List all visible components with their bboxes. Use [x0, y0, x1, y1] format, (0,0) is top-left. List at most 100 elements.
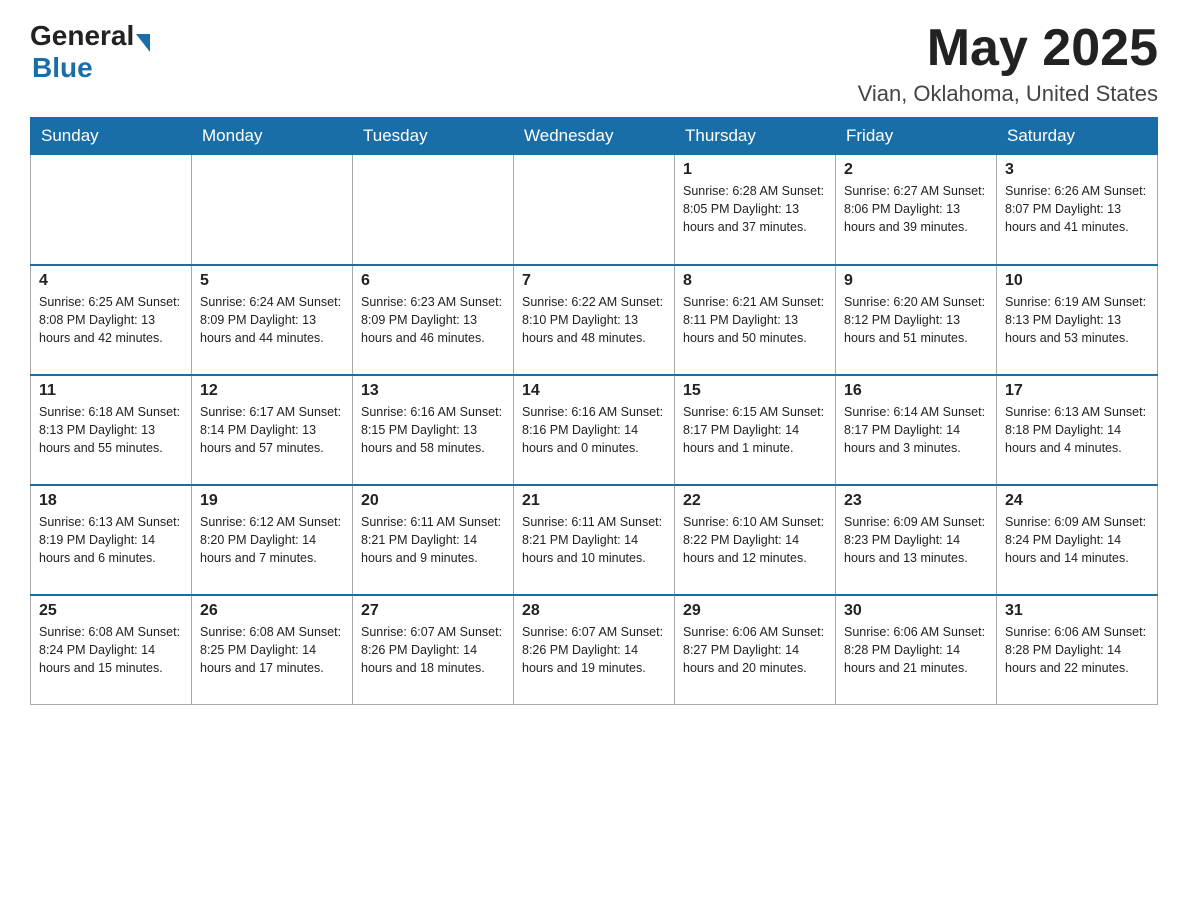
title-section: May 2025 Vian, Oklahoma, United States [858, 20, 1158, 107]
day-info: Sunrise: 6:06 AM Sunset: 8:28 PM Dayligh… [1005, 623, 1149, 677]
weekday-header-monday: Monday [192, 118, 353, 155]
day-number: 23 [844, 492, 988, 510]
day-info: Sunrise: 6:25 AM Sunset: 8:08 PM Dayligh… [39, 293, 183, 347]
day-number: 4 [39, 272, 183, 290]
calendar-cell: 9 Sunrise: 6:20 AM Sunset: 8:12 PM Daylig… [836, 265, 997, 375]
day-number: 7 [522, 272, 666, 290]
day-info: Sunrise: 6:24 AM Sunset: 8:09 PM Dayligh… [200, 293, 344, 347]
day-info: Sunrise: 6:16 AM Sunset: 8:15 PM Dayligh… [361, 403, 505, 457]
weekday-header-wednesday: Wednesday [514, 118, 675, 155]
day-info: Sunrise: 6:07 AM Sunset: 8:26 PM Dayligh… [361, 623, 505, 677]
calendar-cell: 4 Sunrise: 6:25 AM Sunset: 8:08 PM Daylig… [31, 265, 192, 375]
calendar-cell: 13 Sunrise: 6:16 AM Sunset: 8:15 PM Dayli… [353, 375, 514, 485]
calendar-cell: 23 Sunrise: 6:09 AM Sunset: 8:23 PM Dayli… [836, 485, 997, 595]
day-number: 15 [683, 382, 827, 400]
day-number: 14 [522, 382, 666, 400]
calendar-cell: 6 Sunrise: 6:23 AM Sunset: 8:09 PM Daylig… [353, 265, 514, 375]
day-number: 9 [844, 272, 988, 290]
calendar-cell: 3Sunrise: 6:26 AM Sunset: 8:07 PM Daylig… [997, 155, 1158, 265]
calendar-cell: 20Sunrise: 6:11 AM Sunset: 8:21 PM Dayli… [353, 485, 514, 595]
day-number: 26 [200, 602, 344, 620]
day-info: Sunrise: 6:20 AM Sunset: 8:12 PM Dayligh… [844, 293, 988, 347]
calendar-cell: 28 Sunrise: 6:07 AM Sunset: 8:26 PM Dayli… [514, 595, 675, 705]
logo-blue-text: Blue [32, 52, 93, 84]
weekday-header-sunday: Sunday [31, 118, 192, 155]
weekday-header-row: SundayMondayTuesdayWednesdayThursdayFrid… [31, 118, 1158, 155]
day-info: Sunrise: 6:09 AM Sunset: 8:23 PM Dayligh… [844, 513, 988, 567]
day-number: 30 [844, 602, 988, 620]
calendar-table: SundayMondayTuesdayWednesdayThursdayFrid… [30, 117, 1158, 705]
calendar-cell: 14 Sunrise: 6:16 AM Sunset: 8:16 PM Dayli… [514, 375, 675, 485]
day-number: 21 [522, 492, 666, 510]
day-info: Sunrise: 6:23 AM Sunset: 8:09 PM Dayligh… [361, 293, 505, 347]
calendar-cell: 15 Sunrise: 6:15 AM Sunset: 8:17 PM Dayli… [675, 375, 836, 485]
day-info: Sunrise: 6:17 AM Sunset: 8:14 PM Dayligh… [200, 403, 344, 457]
weekday-header-friday: Friday [836, 118, 997, 155]
day-number: 29 [683, 602, 827, 620]
calendar-week-row: 1 Sunrise: 6:28 AM Sunset: 8:05 PM Daylig… [31, 155, 1158, 265]
day-number: 2 [844, 161, 988, 179]
day-number: 11 [39, 382, 183, 400]
calendar-week-row: 25Sunrise: 6:08 AM Sunset: 8:24 PM Dayli… [31, 595, 1158, 705]
day-number: 1 [683, 161, 827, 179]
day-number: 12 [200, 382, 344, 400]
day-info: Sunrise: 6:13 AM Sunset: 8:18 PM Dayligh… [1005, 403, 1149, 457]
day-number: 22 [683, 492, 827, 510]
page-header: General Blue May 2025 Vian, Oklahoma, Un… [30, 20, 1158, 107]
calendar-week-row: 4 Sunrise: 6:25 AM Sunset: 8:08 PM Daylig… [31, 265, 1158, 375]
day-info: Sunrise: 6:16 AM Sunset: 8:16 PM Dayligh… [522, 403, 666, 457]
day-number: 10 [1005, 272, 1149, 290]
calendar-cell [31, 155, 192, 265]
day-info: Sunrise: 6:08 AM Sunset: 8:25 PM Dayligh… [200, 623, 344, 677]
day-number: 28 [522, 602, 666, 620]
calendar-cell: 18Sunrise: 6:13 AM Sunset: 8:19 PM Dayli… [31, 485, 192, 595]
logo-arrow-icon [136, 34, 150, 52]
day-info: Sunrise: 6:07 AM Sunset: 8:26 PM Dayligh… [522, 623, 666, 677]
day-number: 18 [39, 492, 183, 510]
day-number: 5 [200, 272, 344, 290]
day-info: Sunrise: 6:15 AM Sunset: 8:17 PM Dayligh… [683, 403, 827, 457]
calendar-cell: 30 Sunrise: 6:06 AM Sunset: 8:28 PM Dayli… [836, 595, 997, 705]
calendar-cell: 12 Sunrise: 6:17 AM Sunset: 8:14 PM Dayli… [192, 375, 353, 485]
day-number: 8 [683, 272, 827, 290]
day-info: Sunrise: 6:06 AM Sunset: 8:28 PM Dayligh… [844, 623, 988, 677]
day-info: Sunrise: 6:21 AM Sunset: 8:11 PM Dayligh… [683, 293, 827, 347]
calendar-cell: 1 Sunrise: 6:28 AM Sunset: 8:05 PM Daylig… [675, 155, 836, 265]
day-number: 17 [1005, 382, 1149, 400]
calendar-cell: 5 Sunrise: 6:24 AM Sunset: 8:09 PM Daylig… [192, 265, 353, 375]
day-info: Sunrise: 6:28 AM Sunset: 8:05 PM Dayligh… [683, 182, 827, 236]
calendar-cell [514, 155, 675, 265]
day-info: Sunrise: 6:11 AM Sunset: 8:21 PM Dayligh… [522, 513, 666, 567]
calendar-cell: 10 Sunrise: 6:19 AM Sunset: 8:13 PM Dayli… [997, 265, 1158, 375]
month-title: May 2025 [858, 20, 1158, 77]
day-info: Sunrise: 6:19 AM Sunset: 8:13 PM Dayligh… [1005, 293, 1149, 347]
calendar-cell: 19Sunrise: 6:12 AM Sunset: 8:20 PM Dayli… [192, 485, 353, 595]
calendar-week-row: 18Sunrise: 6:13 AM Sunset: 8:19 PM Dayli… [31, 485, 1158, 595]
calendar-cell: 11 Sunrise: 6:18 AM Sunset: 8:13 PM Dayli… [31, 375, 192, 485]
day-info: Sunrise: 6:12 AM Sunset: 8:20 PM Dayligh… [200, 513, 344, 567]
day-number: 16 [844, 382, 988, 400]
day-info: Sunrise: 6:11 AM Sunset: 8:21 PM Dayligh… [361, 513, 505, 567]
day-number: 6 [361, 272, 505, 290]
day-info: Sunrise: 6:18 AM Sunset: 8:13 PM Dayligh… [39, 403, 183, 457]
calendar-cell: 24Sunrise: 6:09 AM Sunset: 8:24 PM Dayli… [997, 485, 1158, 595]
calendar-cell: 27 Sunrise: 6:07 AM Sunset: 8:26 PM Dayli… [353, 595, 514, 705]
day-number: 27 [361, 602, 505, 620]
day-info: Sunrise: 6:27 AM Sunset: 8:06 PM Dayligh… [844, 182, 988, 236]
day-number: 13 [361, 382, 505, 400]
calendar-cell: 26 Sunrise: 6:08 AM Sunset: 8:25 PM Dayli… [192, 595, 353, 705]
calendar-cell: 29Sunrise: 6:06 AM Sunset: 8:27 PM Dayli… [675, 595, 836, 705]
location-title: Vian, Oklahoma, United States [858, 81, 1158, 107]
logo-general-text: General [30, 20, 134, 52]
calendar-cell: 17 Sunrise: 6:13 AM Sunset: 8:18 PM Dayli… [997, 375, 1158, 485]
weekday-header-tuesday: Tuesday [353, 118, 514, 155]
day-number: 31 [1005, 602, 1149, 620]
calendar-cell: 31 Sunrise: 6:06 AM Sunset: 8:28 PM Dayli… [997, 595, 1158, 705]
calendar-week-row: 11 Sunrise: 6:18 AM Sunset: 8:13 PM Dayli… [31, 375, 1158, 485]
weekday-header-thursday: Thursday [675, 118, 836, 155]
day-number: 25 [39, 602, 183, 620]
logo: General Blue [30, 20, 150, 84]
calendar-cell [353, 155, 514, 265]
calendar-cell [192, 155, 353, 265]
weekday-header-saturday: Saturday [997, 118, 1158, 155]
